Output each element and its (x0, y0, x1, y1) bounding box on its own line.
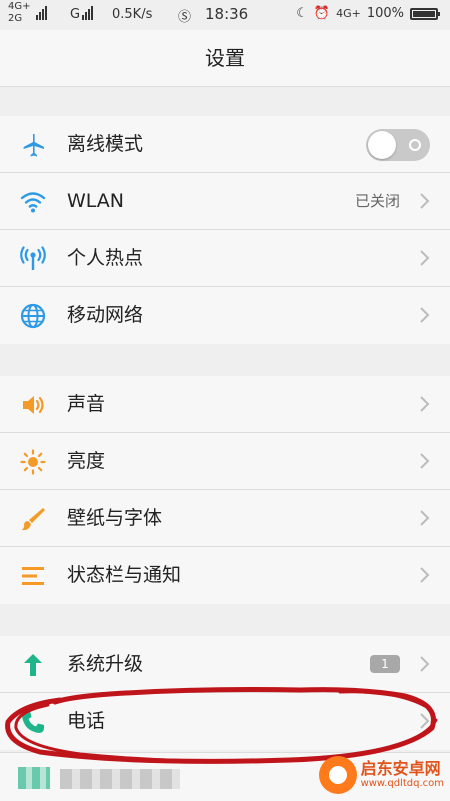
settings-group-display: 声音 亮度 壁纸与字体 状态栏与通知 (0, 376, 450, 604)
wifi-icon (20, 192, 46, 213)
settings-item-wlan[interactable]: WLAN 已关闭 (0, 173, 450, 230)
chevron-right-icon (420, 193, 430, 209)
wlan-status: 已关闭 (354, 192, 400, 210)
speaker-icon (23, 396, 44, 414)
hotspot-icon (20, 246, 46, 270)
settings-item-mobile-network[interactable]: 移动网络 (0, 287, 450, 344)
settings-item-phone[interactable]: 电话 (0, 693, 450, 750)
settings-item-label: 壁纸与字体 (67, 507, 163, 529)
network-type-2: 2G (8, 13, 23, 24)
airplane-mode-toggle[interactable] (366, 129, 430, 161)
clock: 18:36 (205, 5, 249, 23)
settings-item-statusbar-notification[interactable]: 状态栏与通知 (0, 547, 450, 604)
settings-item-wallpaper-font[interactable]: 壁纸与字体 (0, 490, 450, 547)
battery-level: 100% (366, 6, 404, 21)
page-title: 设置 (0, 30, 450, 87)
status-right: ☾ ⏰ 4G+ 100% (296, 6, 440, 21)
network-speed: 0.5K/s (112, 7, 153, 22)
chevron-right-icon (420, 453, 430, 469)
blurred-icon (18, 767, 50, 789)
settings-item-label: 电话 (67, 710, 106, 732)
chevron-right-icon (420, 656, 430, 672)
settings-item-label: 离线模式 (67, 133, 144, 155)
upgrade-arrow-icon (24, 654, 42, 676)
moon-icon: ☾ (296, 6, 308, 21)
airplane-icon (23, 134, 44, 157)
settings-item-label: 移动网络 (67, 304, 144, 326)
settings-item-airplane[interactable]: 离线模式 (0, 116, 450, 173)
chevron-right-icon (420, 510, 430, 526)
notification-s-icon: Ⓢ (178, 10, 192, 25)
chevron-right-icon (420, 567, 430, 583)
update-count-badge: 1 (370, 655, 400, 673)
brush-icon (22, 508, 45, 531)
network-type-3: G (70, 7, 81, 22)
signal-icon-2 (82, 6, 93, 20)
watermark: 启东安卓网 www.qdltdq.com (318, 756, 444, 794)
settings-item-brightness[interactable]: 亮度 (0, 433, 450, 490)
blurred-label (60, 769, 180, 789)
settings-item-hotspot[interactable]: 个人热点 (0, 230, 450, 287)
signal-icon (36, 6, 47, 20)
watermark-logo-icon (318, 756, 357, 794)
chevron-right-icon (420, 307, 430, 323)
phone-icon (22, 711, 44, 733)
settings-item-label: 声音 (67, 393, 106, 415)
watermark-name: 启东安卓网 (360, 759, 441, 778)
chevron-right-icon (420, 396, 430, 412)
settings-item-label: 系统升级 (67, 653, 144, 675)
settings-group-connectivity: 离线模式 WLAN 已关闭 个人热点 移动网络 (0, 116, 450, 344)
network-type-1: 4G+ (8, 1, 31, 12)
chevron-right-icon (420, 250, 430, 266)
settings-item-system-upgrade[interactable]: 系统升级 1 (0, 636, 450, 693)
network-type-right: 4G+ (336, 7, 361, 20)
chevron-right-icon (420, 713, 430, 729)
status-bar: 4G+ 2G G 0.5K/s Ⓢ 18:36 ☾ ⏰ 4G+ 100% (0, 0, 450, 30)
watermark-url: www.qdltdq.com (360, 778, 444, 789)
settings-item-label: 个人热点 (67, 247, 144, 269)
statusbar-icon (22, 567, 44, 585)
settings-group-system: 系统升级 1 电话 (0, 636, 450, 750)
battery-icon (410, 7, 440, 20)
settings-item-label: 状态栏与通知 (67, 564, 182, 586)
globe-icon (20, 303, 46, 329)
settings-item-sound[interactable]: 声音 (0, 376, 450, 433)
settings-item-label: 亮度 (67, 450, 106, 472)
alarm-icon: ⏰ (313, 6, 331, 21)
settings-item-label: WLAN (67, 190, 125, 212)
brightness-icon (20, 449, 46, 475)
